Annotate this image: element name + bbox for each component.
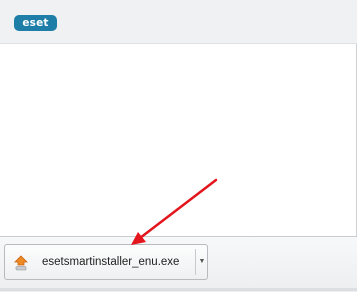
eset-logo: eset [14, 15, 57, 31]
download-item[interactable]: esetsmartinstaller_enu.exe ▼ [4, 244, 208, 280]
installer-icon [14, 255, 28, 271]
download-bar: esetsmartinstaller_enu.exe ▼ [0, 236, 357, 292]
download-file-name: esetsmartinstaller_enu.exe [42, 256, 180, 268]
browser-window: eset esetsmartinstaller_enu.exe ▼ [0, 0, 357, 292]
chevron-down-icon[interactable]: ▼ [196, 245, 208, 279]
page-header: eset [0, 0, 357, 44]
